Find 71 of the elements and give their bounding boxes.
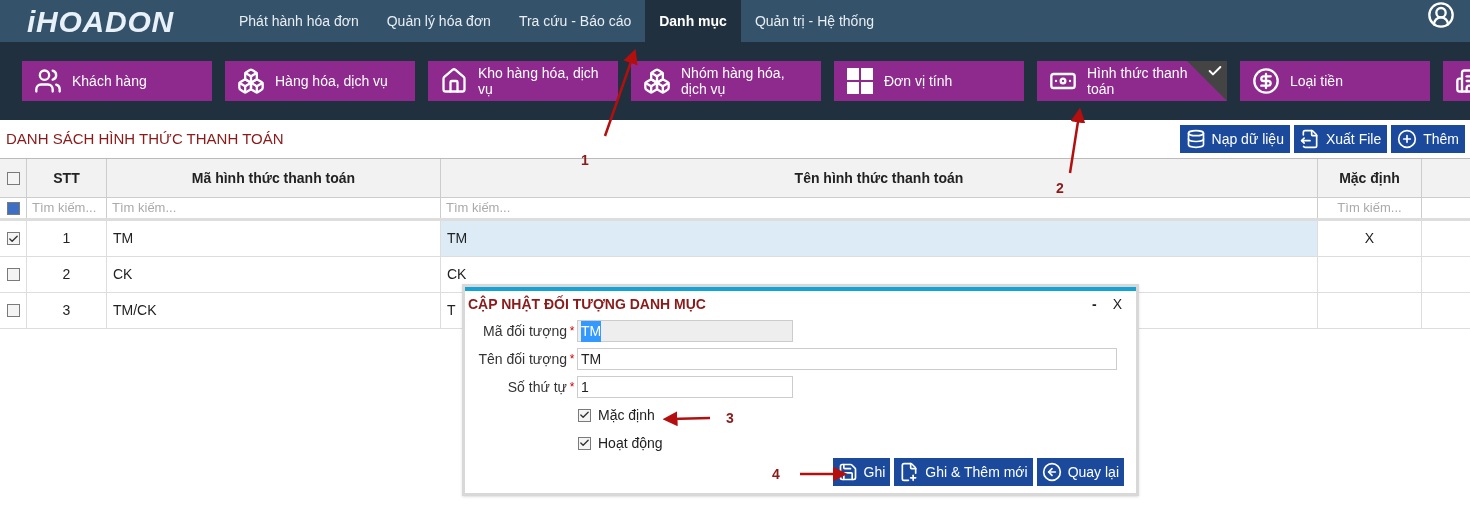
nav-tab[interactable]: Quản lý hóa đơn bbox=[372, 0, 505, 42]
search-field[interactable]: Tìm kiếm... bbox=[112, 198, 435, 218]
user-icon[interactable] bbox=[1427, 1, 1455, 29]
dialog-button[interactable]: Quay lại bbox=[1036, 458, 1124, 486]
table-cell: TM/CK bbox=[107, 293, 441, 328]
column-header[interactable]: Mã hình thức thanh toán bbox=[107, 159, 441, 197]
annotation-arrow bbox=[1068, 107, 1086, 174]
database-icon bbox=[1185, 129, 1206, 149]
nav-tab[interactable]: Danh mục bbox=[645, 0, 741, 42]
required-mark: * bbox=[568, 379, 576, 396]
save-icon bbox=[837, 462, 858, 482]
column-header[interactable]: STT bbox=[27, 159, 107, 197]
search-field[interactable]: Tìm kiếm... bbox=[1318, 198, 1421, 218]
dialog-title: CẬP NHẬT ĐỐI TƯỢNG DANH MỤC bbox=[468, 294, 707, 314]
table-cell: 2 bbox=[27, 257, 107, 292]
nav-tab[interactable]: Phát hành hóa đơn bbox=[225, 0, 373, 42]
boxes-icon bbox=[237, 67, 265, 95]
checkbox[interactable] bbox=[6, 268, 20, 281]
annotation-number: 4 bbox=[772, 465, 780, 484]
file-export-icon bbox=[1299, 129, 1320, 149]
table-cell: CK bbox=[107, 257, 441, 292]
category-tile[interactable]: Nhóm hàng hóa, dịch vụ bbox=[631, 61, 821, 101]
coin-icon bbox=[1252, 67, 1280, 95]
checkbox[interactable] bbox=[6, 232, 20, 245]
search-field[interactable]: Tìm kiếm... bbox=[446, 198, 1312, 218]
table-cell: TM bbox=[441, 221, 1318, 256]
category-tile[interactable]: Đơn vị tính bbox=[834, 61, 1024, 101]
back-icon bbox=[1041, 462, 1062, 482]
units-icon bbox=[846, 67, 874, 95]
category-tile[interactable]: Kho hàng hóa, dịch vụ bbox=[428, 61, 618, 101]
annotation-number: 3 bbox=[726, 409, 734, 428]
checkbox[interactable] bbox=[578, 408, 591, 422]
toolbar-button[interactable]: Xuất File bbox=[1293, 125, 1388, 153]
nav-tab[interactable]: Tra cứu - Báo cáo bbox=[504, 0, 646, 42]
minimize-button[interactable]: - bbox=[1092, 293, 1097, 315]
nav-tab[interactable]: Quản trị - Hệ thống bbox=[740, 0, 888, 42]
checkbox[interactable] bbox=[6, 304, 20, 317]
plus-icon bbox=[1397, 129, 1418, 149]
file-plus-icon bbox=[899, 462, 920, 482]
field-label: Tên đối tượng bbox=[477, 349, 567, 369]
boxes-icon bbox=[643, 67, 671, 95]
dialog-button[interactable]: Ghi bbox=[832, 458, 891, 486]
table-cell: 3 bbox=[27, 293, 107, 328]
toolbar-button[interactable]: Thêm bbox=[1391, 125, 1465, 153]
input-field[interactable]: TM bbox=[577, 348, 1117, 370]
table-cell: 1 bbox=[27, 221, 107, 256]
checkbox[interactable] bbox=[578, 436, 591, 450]
category-tile[interactable]: Hình thức thanh toán bbox=[1037, 61, 1227, 101]
checkbox-label: Mặc định bbox=[598, 405, 655, 425]
checkbox-label: Hoạt động bbox=[598, 433, 663, 453]
list-title: DANH SÁCH HÌNH THỨC THANH TOÁN bbox=[6, 128, 284, 149]
checkbox[interactable] bbox=[6, 201, 20, 215]
annotation-number: 2 bbox=[1056, 179, 1064, 198]
required-mark: * bbox=[568, 351, 576, 368]
table-cell-text: X bbox=[1364, 229, 1375, 248]
annotation-arrow bbox=[662, 411, 711, 427]
column-header[interactable]: Mặc định bbox=[1318, 159, 1422, 197]
logo[interactable]: iHOADON bbox=[0, 0, 225, 42]
search-field[interactable]: Tìm kiếm... bbox=[32, 198, 101, 218]
close-button[interactable]: X bbox=[1112, 293, 1122, 315]
annotation-arrow bbox=[800, 466, 848, 482]
people-icon bbox=[34, 67, 62, 95]
category-tile[interactable]: Loại tiền bbox=[1240, 61, 1430, 101]
input-field[interactable]: 1 bbox=[577, 376, 793, 398]
category-tile[interactable]: Khách hàng bbox=[22, 61, 212, 101]
house-icon bbox=[440, 67, 468, 95]
toolbar-button[interactable]: Nạp dữ liệu bbox=[1179, 125, 1290, 153]
dialog-button[interactable]: Ghi & Thêm mới bbox=[894, 458, 1033, 486]
category-tile[interactable]: Hàng hóa, dịch vụ bbox=[225, 61, 415, 101]
field-label: Số thứ tự bbox=[506, 377, 567, 397]
checkbox[interactable] bbox=[6, 171, 20, 185]
